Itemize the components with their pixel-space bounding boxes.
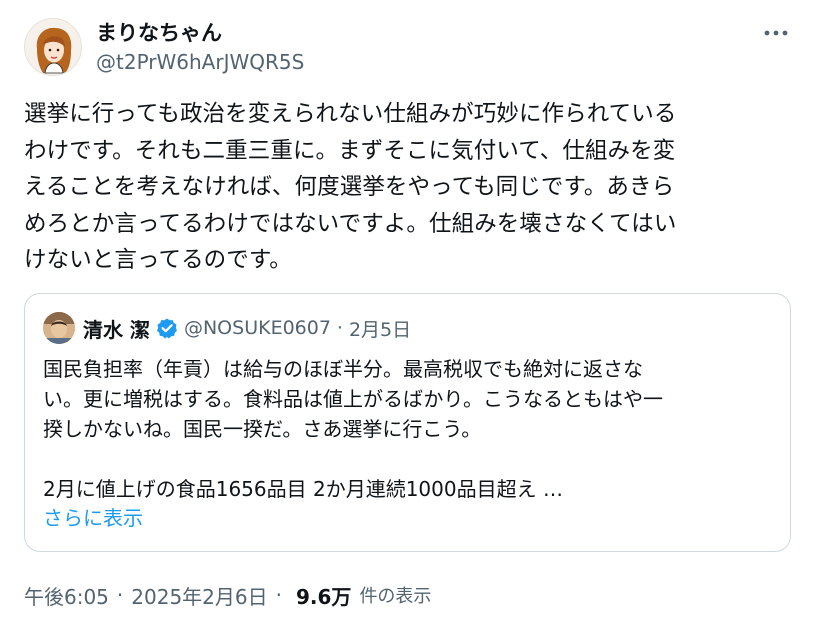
view-count[interactable]: 9.6万	[296, 581, 351, 610]
meta-separator-1: ·	[116, 583, 124, 607]
author-avatar[interactable]	[24, 18, 82, 76]
tweet-header: まりなちゃん @t2PrW6hArJWQR5S	[24, 18, 794, 76]
tweet-date[interactable]: 2025年2月6日	[131, 581, 267, 610]
quoted-author-avatar	[43, 312, 75, 344]
tweet-meta: 午後6:05 · 2025年2月6日 · 9.6万 件の表示	[24, 580, 431, 610]
tweet-text: 選挙に行っても政治を変えられない仕組みが巧妙に作られている わけです。それも二重…	[24, 101, 677, 273]
quoted-avatar-photo	[43, 312, 75, 344]
author-display-name[interactable]: まりなちゃん	[96, 20, 304, 46]
tweet-time[interactable]: 午後6:05	[24, 581, 109, 610]
more-horizontal-icon	[764, 30, 788, 36]
quoted-tweet-date[interactable]: 2月5日	[349, 315, 411, 342]
view-count-label: 件の表示	[359, 586, 432, 607]
meta-separator-2: ·	[275, 583, 282, 607]
quoted-tweet-header: 清水 潔 @NOSUKE0607 · 2月5日	[43, 312, 411, 344]
more-options-button[interactable]	[762, 22, 790, 44]
quoted-meta-separator: ·	[336, 317, 343, 339]
show-more-link[interactable]: さらに表示	[43, 503, 143, 533]
author-names: まりなちゃん @t2PrW6hArJWQR5S	[96, 20, 304, 75]
avatar-illustration	[25, 19, 81, 75]
quoted-tweet-text: 国民負担率（年貢）は給与のほぼ半分。最高税収でも絶対に返さな い。更に増税はする…	[43, 357, 663, 501]
quoted-author-name[interactable]: 清水 潔	[83, 314, 150, 343]
verified-badge-icon	[156, 317, 178, 339]
author-handle[interactable]: @t2PrW6hArJWQR5S	[96, 49, 304, 75]
quoted-author-handle[interactable]: @NOSUKE0607	[184, 317, 331, 339]
quoted-tweet-card[interactable]: 清水 潔 @NOSUKE0607 · 2月5日 国民負担率（年貢）は給与のほぼ半…	[24, 293, 791, 552]
